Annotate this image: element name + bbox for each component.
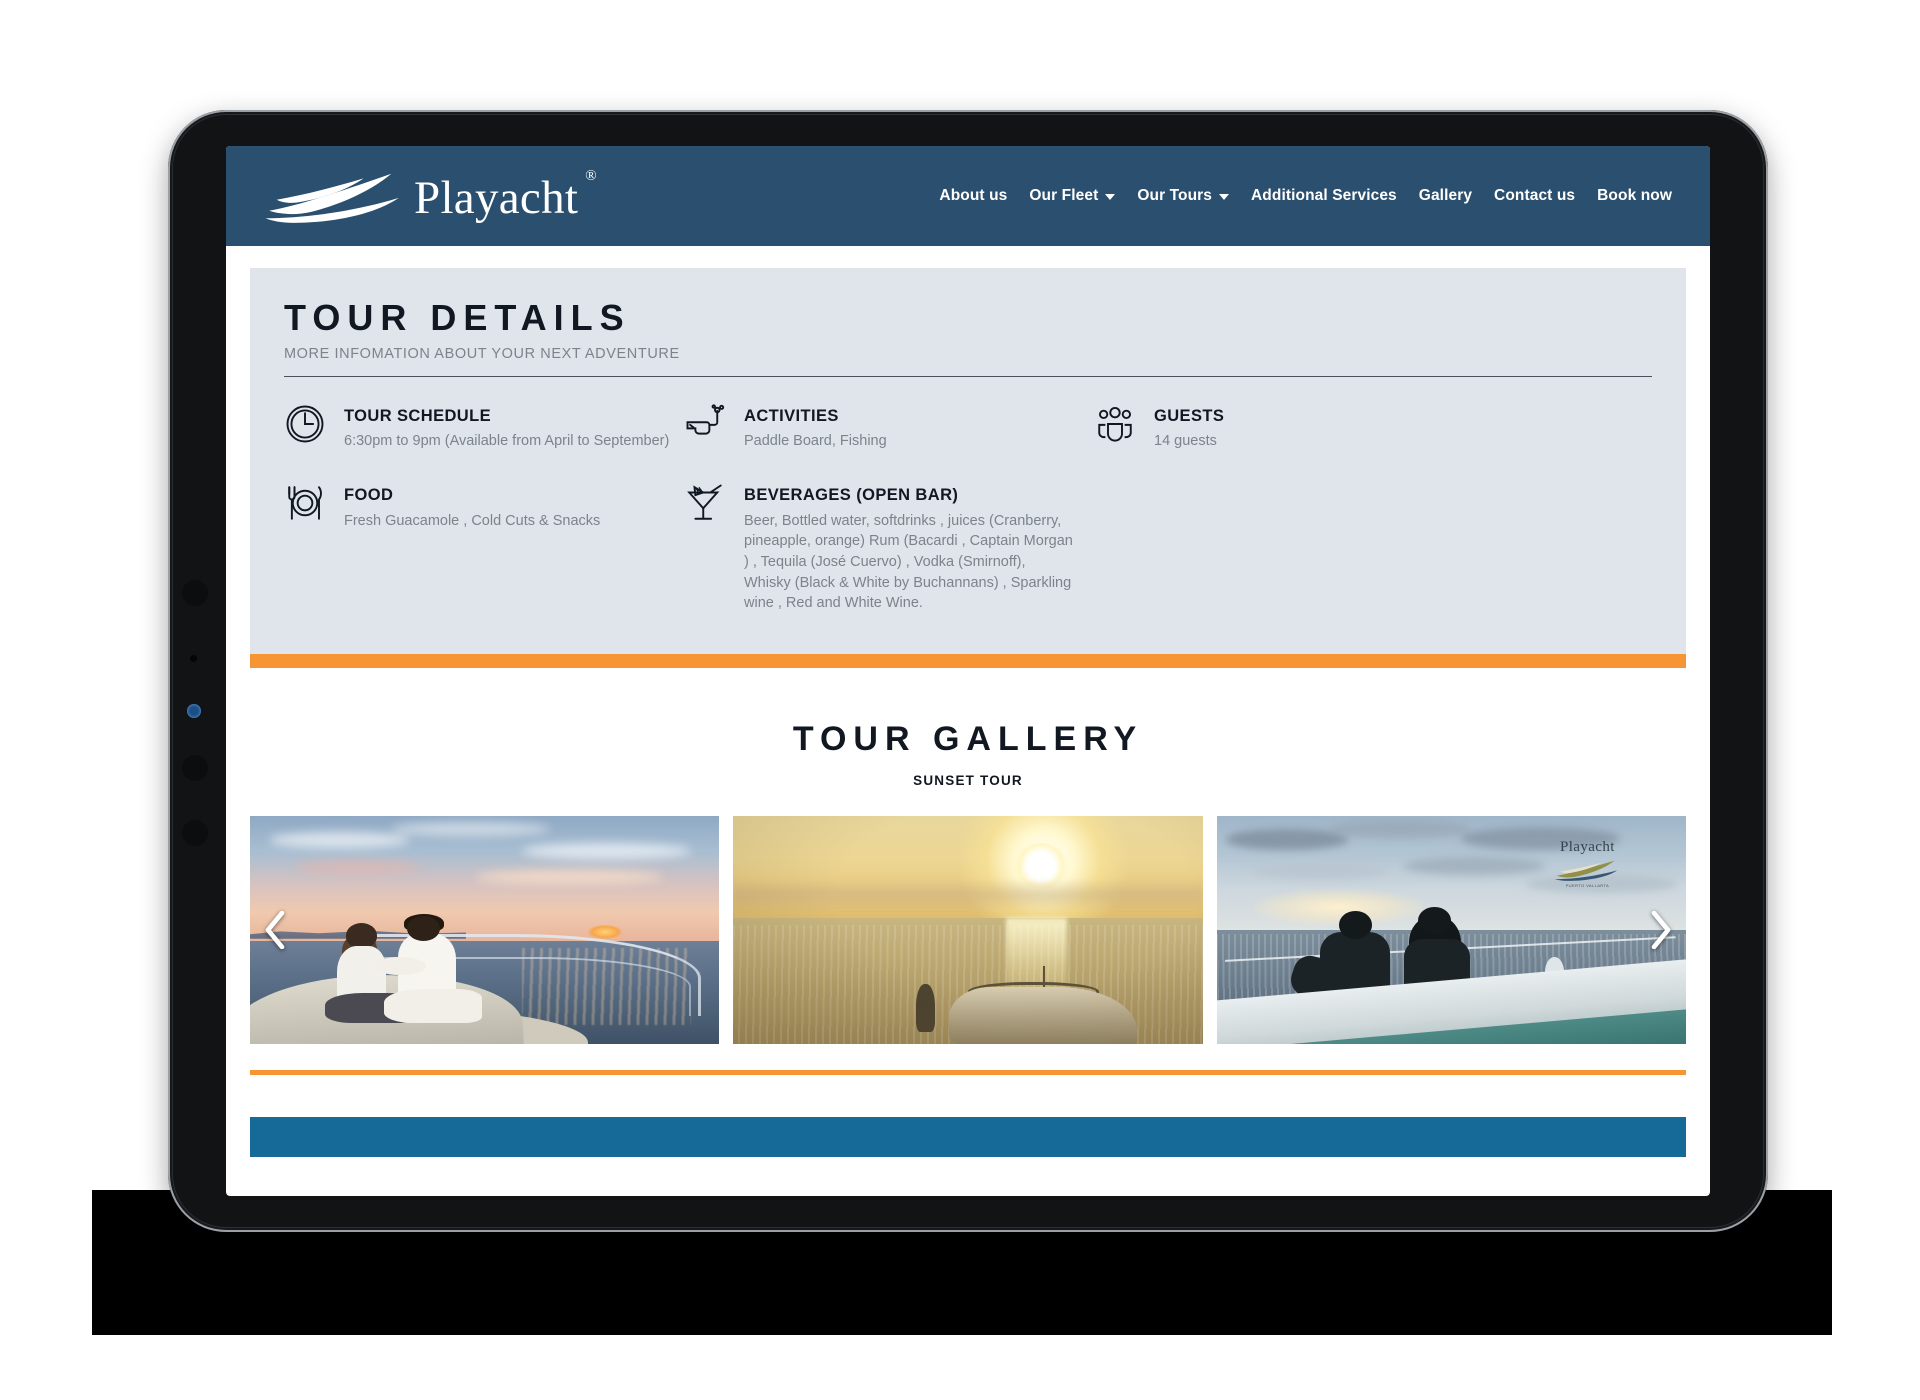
yacht-logo-icon bbox=[265, 173, 399, 223]
orange-divider-thick bbox=[250, 653, 1686, 668]
gallery-prev-button[interactable] bbox=[258, 906, 292, 954]
detail-value: Paddle Board, Fishing bbox=[744, 433, 887, 450]
site-header: Playacht ® About us Our Fleet Our Tours bbox=[226, 146, 1710, 246]
detail-label: BEVERAGES (OPEN BAR) bbox=[744, 485, 959, 504]
gallery-next-button[interactable] bbox=[1644, 906, 1678, 954]
brand-logo[interactable]: Playacht ® bbox=[260, 167, 597, 224]
detail-label: ACTIVITIES bbox=[744, 406, 839, 425]
detail-value: Fresh Guacamole , Cold Cuts & Snacks bbox=[344, 512, 601, 529]
gallery-slide-1[interactable] bbox=[250, 815, 720, 1044]
detail-item-tour-schedule: TOUR SCHEDULE 6:30pm to 9pm (Available f… bbox=[284, 403, 674, 452]
tour-gallery-section: TOUR GALLERY SUNSET TOUR Playacht PUERTO… bbox=[226, 667, 1710, 1157]
screenshot-stage: Playacht ® About us Our Fleet Our Tours bbox=[0, 0, 1920, 1400]
photo-golden-sunset-with-boat bbox=[733, 815, 1203, 1044]
nav-item-gallery[interactable]: Gallery bbox=[1419, 187, 1472, 205]
brand-trademark: ® bbox=[585, 167, 597, 184]
gallery-carousel: Playacht PUERTO VALLARTA bbox=[250, 815, 1686, 1044]
detail-value: 6:30pm to 9pm (Available from April to S… bbox=[344, 433, 670, 450]
main-navigation: About us Our Fleet Our Tours Additional … bbox=[939, 187, 1682, 205]
nav-item-additional-services[interactable]: Additional Services bbox=[1251, 187, 1397, 205]
detail-value: 14 guests bbox=[1154, 433, 1217, 450]
tablet-power-button[interactable] bbox=[182, 820, 208, 846]
page-subtitle: MORE INFOMATION ABOUT YOUR NEXT ADVENTUR… bbox=[284, 345, 680, 362]
brand-name: Playacht bbox=[414, 171, 579, 224]
photo-couple-on-bow-at-sunset bbox=[250, 815, 720, 1044]
tablet-volume-up-button[interactable] bbox=[182, 580, 208, 606]
detail-item-beverages: BEVERAGES (OPEN BAR) Beer, Bottled water… bbox=[684, 482, 1084, 614]
nav-label: Book now bbox=[1597, 187, 1672, 204]
detail-body: BEVERAGES (OPEN BAR) Beer, Bottled water… bbox=[744, 482, 1074, 614]
clock-icon bbox=[284, 403, 326, 445]
photo-couple-watching-dusk-sky: Playacht PUERTO VALLARTA bbox=[1216, 815, 1686, 1044]
nav-item-about-us[interactable]: About us bbox=[939, 187, 1007, 205]
snorkel-mask-icon bbox=[684, 403, 726, 445]
detail-item-activities: ACTIVITIES Paddle Board, Fishing bbox=[684, 403, 1084, 452]
detail-label: GUESTS bbox=[1154, 406, 1225, 425]
tablet-device-frame: Playacht ® About us Our Fleet Our Tours bbox=[168, 110, 1768, 1232]
title-divider bbox=[284, 375, 1652, 377]
gallery-title: TOUR GALLERY bbox=[792, 719, 1144, 758]
plate-cutlery-icon bbox=[284, 482, 326, 524]
nav-label: Gallery bbox=[1418, 187, 1473, 204]
detail-value: Beer, Bottled water, softdrinks , juices… bbox=[744, 512, 1073, 612]
detail-item-food: FOOD Fresh Guacamole , Cold Cuts & Snack… bbox=[284, 482, 674, 614]
nav-label: Our Tours bbox=[1137, 187, 1213, 204]
tour-details-panel: TOUR DETAILS MORE INFOMATION ABOUT YOUR … bbox=[250, 268, 1686, 654]
nav-label: Contact us bbox=[1494, 187, 1576, 204]
page-title: TOUR DETAILS bbox=[284, 297, 631, 338]
detail-label: FOOD bbox=[344, 485, 394, 504]
detail-body: GUESTS 14 guests bbox=[1154, 403, 1224, 452]
chevron-right-icon bbox=[1651, 910, 1671, 949]
tablet-status-led bbox=[187, 704, 201, 718]
tablet-microphone-hole bbox=[190, 655, 197, 662]
chevron-down-icon bbox=[1105, 194, 1116, 200]
nav-item-book-now[interactable]: Book now bbox=[1597, 187, 1672, 205]
gallery-slide-3[interactable]: Playacht PUERTO VALLARTA bbox=[1216, 815, 1686, 1044]
gallery-slide-2[interactable] bbox=[733, 815, 1203, 1044]
watermark-tagline: PUERTO VALLARTA bbox=[1565, 882, 1610, 888]
watermark-brand: Playacht bbox=[1559, 839, 1615, 856]
gallery-subtitle: SUNSET TOUR bbox=[913, 772, 1023, 788]
tablet-volume-down-button[interactable] bbox=[182, 755, 208, 781]
chevron-left-icon bbox=[265, 910, 285, 949]
website-viewport: Playacht ® About us Our Fleet Our Tours bbox=[226, 146, 1710, 1196]
guests-group-icon bbox=[1094, 403, 1136, 445]
detail-label: TOUR SCHEDULE bbox=[344, 406, 491, 425]
detail-item-guests: GUESTS 14 guests bbox=[1094, 403, 1652, 452]
nav-item-contact-us[interactable]: Contact us bbox=[1494, 187, 1575, 205]
gallery-watermark: Playacht PUERTO VALLARTA bbox=[1517, 836, 1658, 891]
tour-details-section: TOUR DETAILS MORE INFOMATION ABOUT YOUR … bbox=[226, 246, 1710, 668]
nav-item-our-fleet[interactable]: Our Fleet bbox=[1029, 187, 1116, 205]
watermark-yacht-icon bbox=[1555, 860, 1618, 881]
tour-details-grid: TOUR SCHEDULE 6:30pm to 9pm (Available f… bbox=[284, 403, 1652, 614]
detail-body: ACTIVITIES Paddle Board, Fishing bbox=[744, 403, 887, 452]
detail-body: FOOD Fresh Guacamole , Cold Cuts & Snack… bbox=[344, 482, 600, 531]
chevron-down-icon bbox=[1219, 194, 1230, 200]
cocktail-glass-icon bbox=[684, 482, 726, 524]
detail-body: TOUR SCHEDULE 6:30pm to 9pm (Available f… bbox=[344, 403, 669, 452]
nav-label: Additional Services bbox=[1251, 187, 1397, 204]
orange-divider-thin bbox=[250, 1069, 1686, 1075]
nav-item-our-tours[interactable]: Our Tours bbox=[1137, 187, 1230, 205]
nav-label: Our Fleet bbox=[1029, 187, 1099, 204]
footer-blue-band bbox=[250, 1116, 1686, 1157]
nav-label: About us bbox=[939, 187, 1008, 204]
